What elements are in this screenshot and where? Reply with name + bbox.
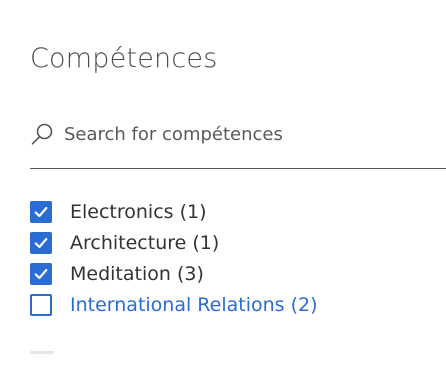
next-item-edge: [30, 351, 54, 354]
filter-item-international-relations[interactable]: International Relations (2): [30, 289, 430, 320]
checkmark-icon: [34, 237, 48, 248]
checkbox-checked[interactable]: [30, 231, 52, 254]
checkbox-unchecked[interactable]: [30, 293, 52, 316]
panel-title: Compétences: [30, 43, 218, 74]
checkbox-checked[interactable]: [30, 262, 52, 285]
filter-label: Electronics (1): [70, 200, 207, 223]
competences-filter-panel: Compétences Electronics (1) Architecture…: [0, 0, 446, 366]
filter-item-electronics[interactable]: Electronics (1): [30, 196, 430, 227]
filter-label: International Relations (2): [70, 293, 318, 316]
filter-label: Meditation (3): [70, 262, 204, 285]
filter-label: Architecture (1): [70, 231, 220, 254]
filter-item-architecture[interactable]: Architecture (1): [30, 227, 430, 258]
checkmark-icon: [34, 206, 48, 217]
search-icon: [31, 123, 53, 145]
search-input[interactable]: [64, 121, 424, 147]
competences-list: Electronics (1) Architecture (1) Meditat…: [30, 196, 430, 320]
search-field[interactable]: [30, 115, 446, 169]
checkmark-icon: [34, 268, 48, 279]
checkbox-checked[interactable]: [30, 200, 52, 223]
filter-item-meditation[interactable]: Meditation (3): [30, 258, 430, 289]
